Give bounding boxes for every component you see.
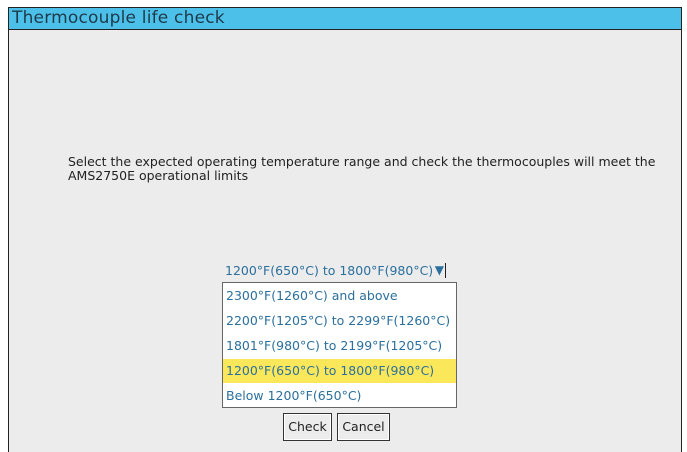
window-title: Thermocouple life check — [12, 8, 225, 28]
temperature-range-listbox[interactable]: 2300°F(1260°C) and above 2200°F(1205°C) … — [222, 282, 457, 408]
option-below-1200f[interactable]: Below 1200°F(650°C) — [223, 384, 456, 408]
temperature-range-dropdown[interactable]: 1200°F(650°C) to 1800°F(980°C) ▼ — [222, 259, 448, 282]
check-button[interactable]: Check — [283, 413, 332, 441]
option-2200f-to-2299f[interactable]: 2200°F(1205°C) to 2299°F(1260°C) — [223, 309, 456, 333]
option-1200f-to-1800f[interactable]: 1200°F(650°C) to 1800°F(980°C) — [223, 359, 456, 383]
dropdown-selected-value: 1200°F(650°C) to 1800°F(980°C) — [225, 263, 434, 278]
cancel-button[interactable]: Cancel — [337, 413, 390, 441]
triangle-down-icon[interactable]: ▼ — [435, 263, 446, 278]
instructions-text: Select the expected operating temperatur… — [68, 154, 656, 183]
title-bar: Thermocouple life check — [9, 8, 681, 30]
option-1801f-to-2199f[interactable]: 1801°F(980°C) to 2199°F(1205°C) — [223, 334, 456, 358]
option-2300f-and-above[interactable]: 2300°F(1260°C) and above — [223, 284, 456, 308]
